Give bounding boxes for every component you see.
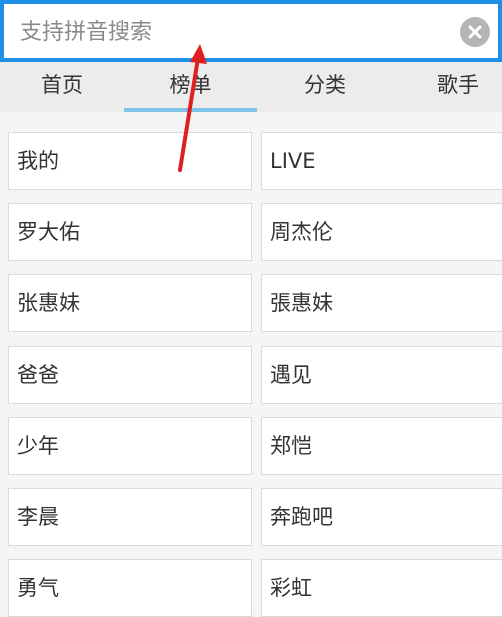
grid-item[interactable]: 彩虹 (261, 559, 502, 617)
grid-item[interactable]: 爸爸 (8, 346, 252, 404)
grid-item[interactable]: 奔跑吧 (261, 488, 502, 546)
tab-charts[interactable]: 榜单 (124, 62, 257, 112)
grid-item[interactable]: 我的 (8, 132, 252, 190)
tab-singers[interactable]: 歌手 (393, 62, 502, 112)
clear-button[interactable] (460, 17, 490, 47)
tab-home[interactable]: 首页 (0, 62, 124, 112)
tab-bar: 首页 榜单 分类 歌手 (0, 62, 502, 112)
search-input[interactable] (18, 12, 452, 52)
grid-item[interactable]: 郑恺 (261, 417, 502, 475)
grid-item[interactable]: 遇见 (261, 346, 502, 404)
grid-item[interactable]: 李晨 (8, 488, 252, 546)
tab-categories[interactable]: 分类 (257, 62, 393, 112)
keyword-grid: 我的 LIVE 罗大佑 周杰伦 张惠妹 張惠妹 爸爸 遇见 少年 郑恺 李晨 奔… (0, 112, 502, 617)
close-icon (468, 25, 482, 39)
grid-item[interactable]: 張惠妹 (261, 274, 502, 332)
grid-item[interactable]: 勇气 (8, 559, 252, 617)
grid-item[interactable]: 周杰伦 (261, 203, 502, 261)
grid-item[interactable]: 张惠妹 (8, 274, 252, 332)
grid-item[interactable]: 罗大佑 (8, 203, 252, 261)
grid-item[interactable]: LIVE (261, 132, 502, 190)
grid-item[interactable]: 少年 (8, 417, 252, 475)
search-bar (0, 0, 502, 62)
